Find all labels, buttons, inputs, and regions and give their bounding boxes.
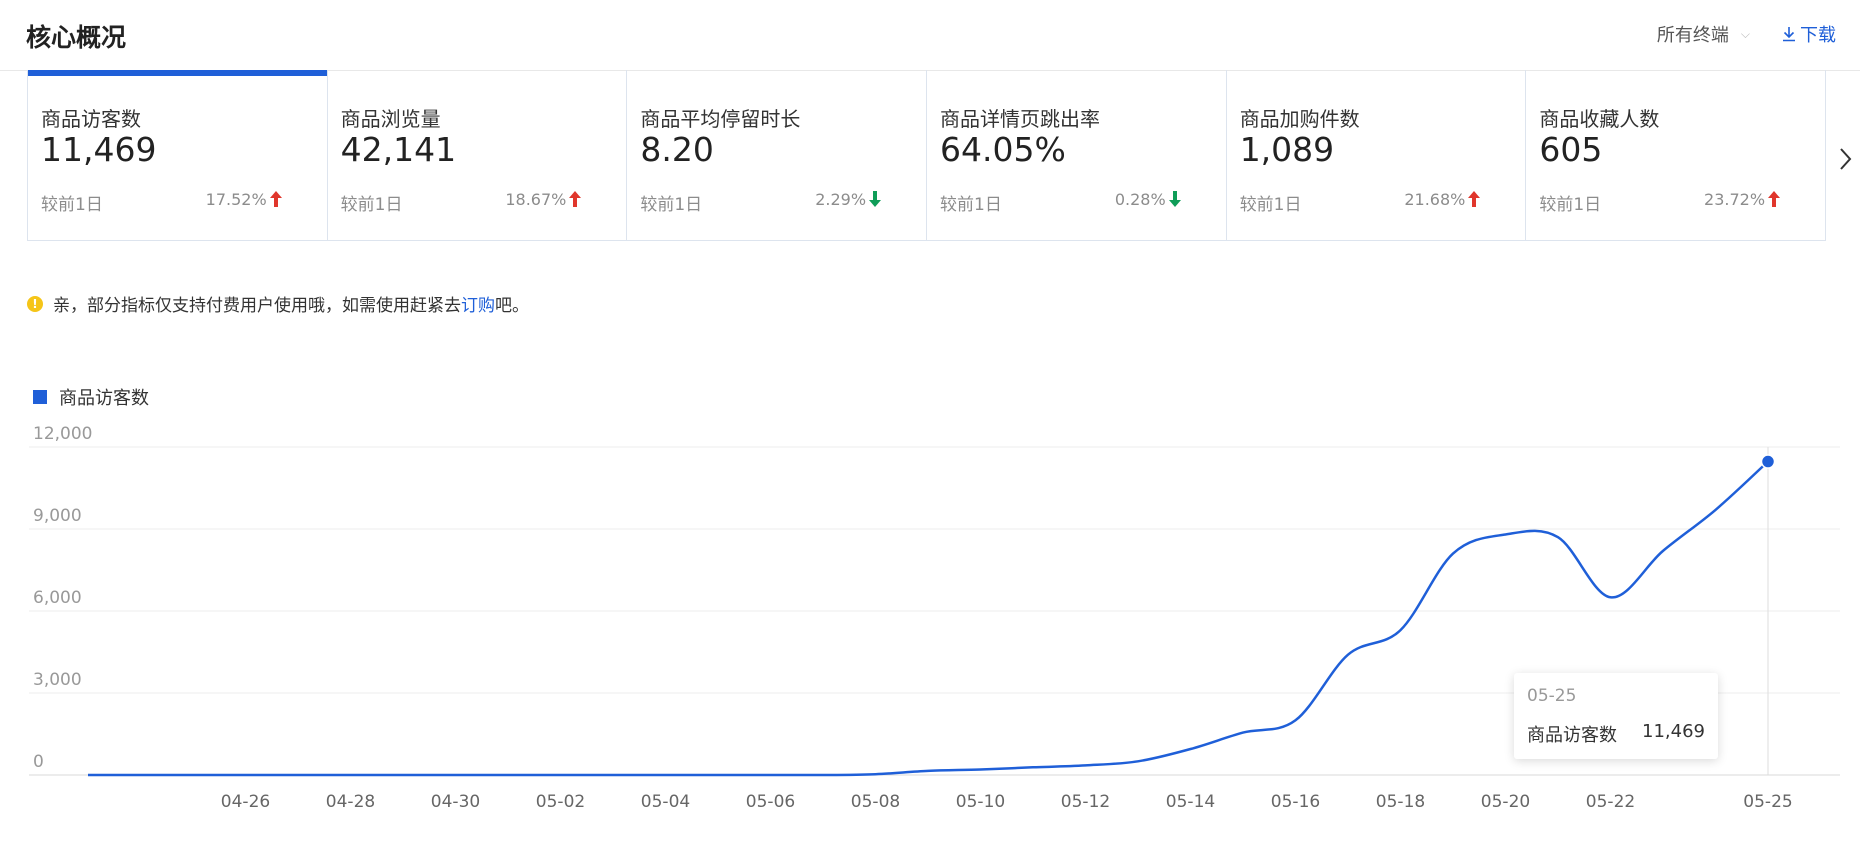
trend-chart[interactable]: 0 3,000 6,000 9,000 12,000 04-26 04-28 04-30 05-… [0,400,1860,851]
arrow-up-icon [569,191,582,207]
metric-card-avg-stay[interactable]: 商品平均停留时长 8.20 较前1日 2.29% [627,70,928,240]
tooltip-value: 11,469 [1642,721,1705,742]
data-point-highlight [1760,454,1776,469]
arrow-up-icon [1768,191,1781,207]
metric-card-favorites[interactable]: 商品收藏人数 605 较前1日 23.72% [1526,70,1825,240]
arrow-down-icon [869,191,882,207]
metric-value: 11,469 [41,130,157,169]
metric-card-add-to-cart[interactable]: 商品加购件数 1,089 较前1日 21.68% [1227,70,1527,240]
metric-change: 17.52% [205,190,267,209]
x-tick-label: 05-16 [1271,792,1320,812]
arrow-up-icon [1468,191,1481,207]
metric-value: 42,141 [340,130,457,169]
y-tick-label: 6,000 [33,588,82,608]
x-tick-label: 04-26 [221,792,270,812]
chevron-right-icon[interactable] [1838,146,1854,172]
metric-label: 商品收藏人数 [1539,107,1660,131]
notice-text: 亲，部分指标仅支持付费用户使用哦，如需使用赶紧去 [53,296,461,316]
metric-change: 23.72% [1704,190,1766,209]
metric-value: 605 [1539,130,1603,169]
metric-compare-label: 较前1日 [1239,195,1302,215]
arrow-down-icon [1168,191,1181,207]
metric-label: 商品详情页跳出率 [940,107,1101,131]
metric-card-pageviews[interactable]: 商品浏览量 42,141 较前1日 18.67% [328,70,628,240]
x-tick-label: 05-02 [536,792,585,812]
notice-suffix: 吧。 [495,296,529,316]
chart-tooltip: 05-25 商品访客数 11,469 [1514,673,1718,759]
x-tick-label: 05-04 [641,792,690,812]
tooltip-date: 05-25 [1527,686,1577,706]
y-tick-label: 0 [33,752,44,772]
x-tick-label: 04-30 [431,792,480,812]
x-tick-label: 05-20 [1481,792,1530,812]
x-tick-label: 05-18 [1376,792,1425,812]
metric-compare-label: 较前1日 [340,195,403,215]
x-tick-label: 05-10 [956,792,1005,812]
x-tick-label: 04-28 [326,792,375,812]
metric-value: 64.05% [940,130,1066,169]
download-button[interactable]: 下载 [1781,21,1836,47]
terminal-select-label: 所有终端 [1656,25,1729,46]
download-label: 下载 [1800,25,1836,46]
metric-change: 0.28% [1114,190,1166,209]
metric-compare-label: 较前1日 [940,195,1002,215]
upgrade-notice: ! 亲，部分指标仅支持付费用户使用哦，如需使用赶紧去 订购 吧。 [27,291,529,316]
chevron-down-icon: ⌵ [1740,26,1750,41]
x-tick-label: 05-14 [1166,792,1215,812]
x-tick-label: 05-12 [1061,792,1110,812]
metric-compare-label: 较前1日 [1539,195,1602,215]
metric-card-visitors[interactable]: 商品访客数 11,469 较前1日 17.52% [28,70,328,240]
metric-value: 1,089 [1239,130,1335,169]
y-tick-label: 9,000 [33,506,82,526]
y-tick-label: 12,000 [33,424,92,444]
page-title: 核心概况 [26,23,127,52]
x-tick-label: 05-22 [1586,792,1635,812]
metric-label: 商品浏览量 [340,107,441,131]
metric-label: 商品访客数 [41,107,141,131]
y-tick-label: 3,000 [33,670,82,690]
x-tick-label: 05-06 [746,792,795,812]
download-icon [1783,27,1795,42]
metric-change: 2.29% [815,190,867,209]
metric-change: 21.68% [1404,190,1466,209]
arrow-up-icon [269,191,282,207]
metric-label: 商品平均停留时长 [640,107,801,131]
terminal-select[interactable]: 所有终端 ⌵ [1657,21,1750,47]
subscribe-link[interactable]: 订购 [461,291,495,316]
x-tick-label: 05-25 [1743,792,1792,812]
tooltip-series-name: 商品访客数 [1527,725,1617,746]
metric-change: 18.67% [505,190,567,209]
metric-compare-label: 较前1日 [640,195,703,215]
metric-cards: 商品访客数 11,469 较前1日 17.52% 商品浏览量 42,141 较前… [27,70,1826,241]
metric-compare-label: 较前1日 [41,195,103,215]
metric-card-bounce-rate[interactable]: 商品详情页跳出率 64.05% 较前1日 0.28% [927,70,1227,240]
header: 核心概况 所有终端 ⌵ 下载 [0,0,1860,71]
metric-label: 商品加购件数 [1239,107,1360,131]
metric-value: 8.20 [640,130,714,169]
warning-icon: ! [27,295,43,312]
x-tick-label: 05-08 [851,792,900,812]
